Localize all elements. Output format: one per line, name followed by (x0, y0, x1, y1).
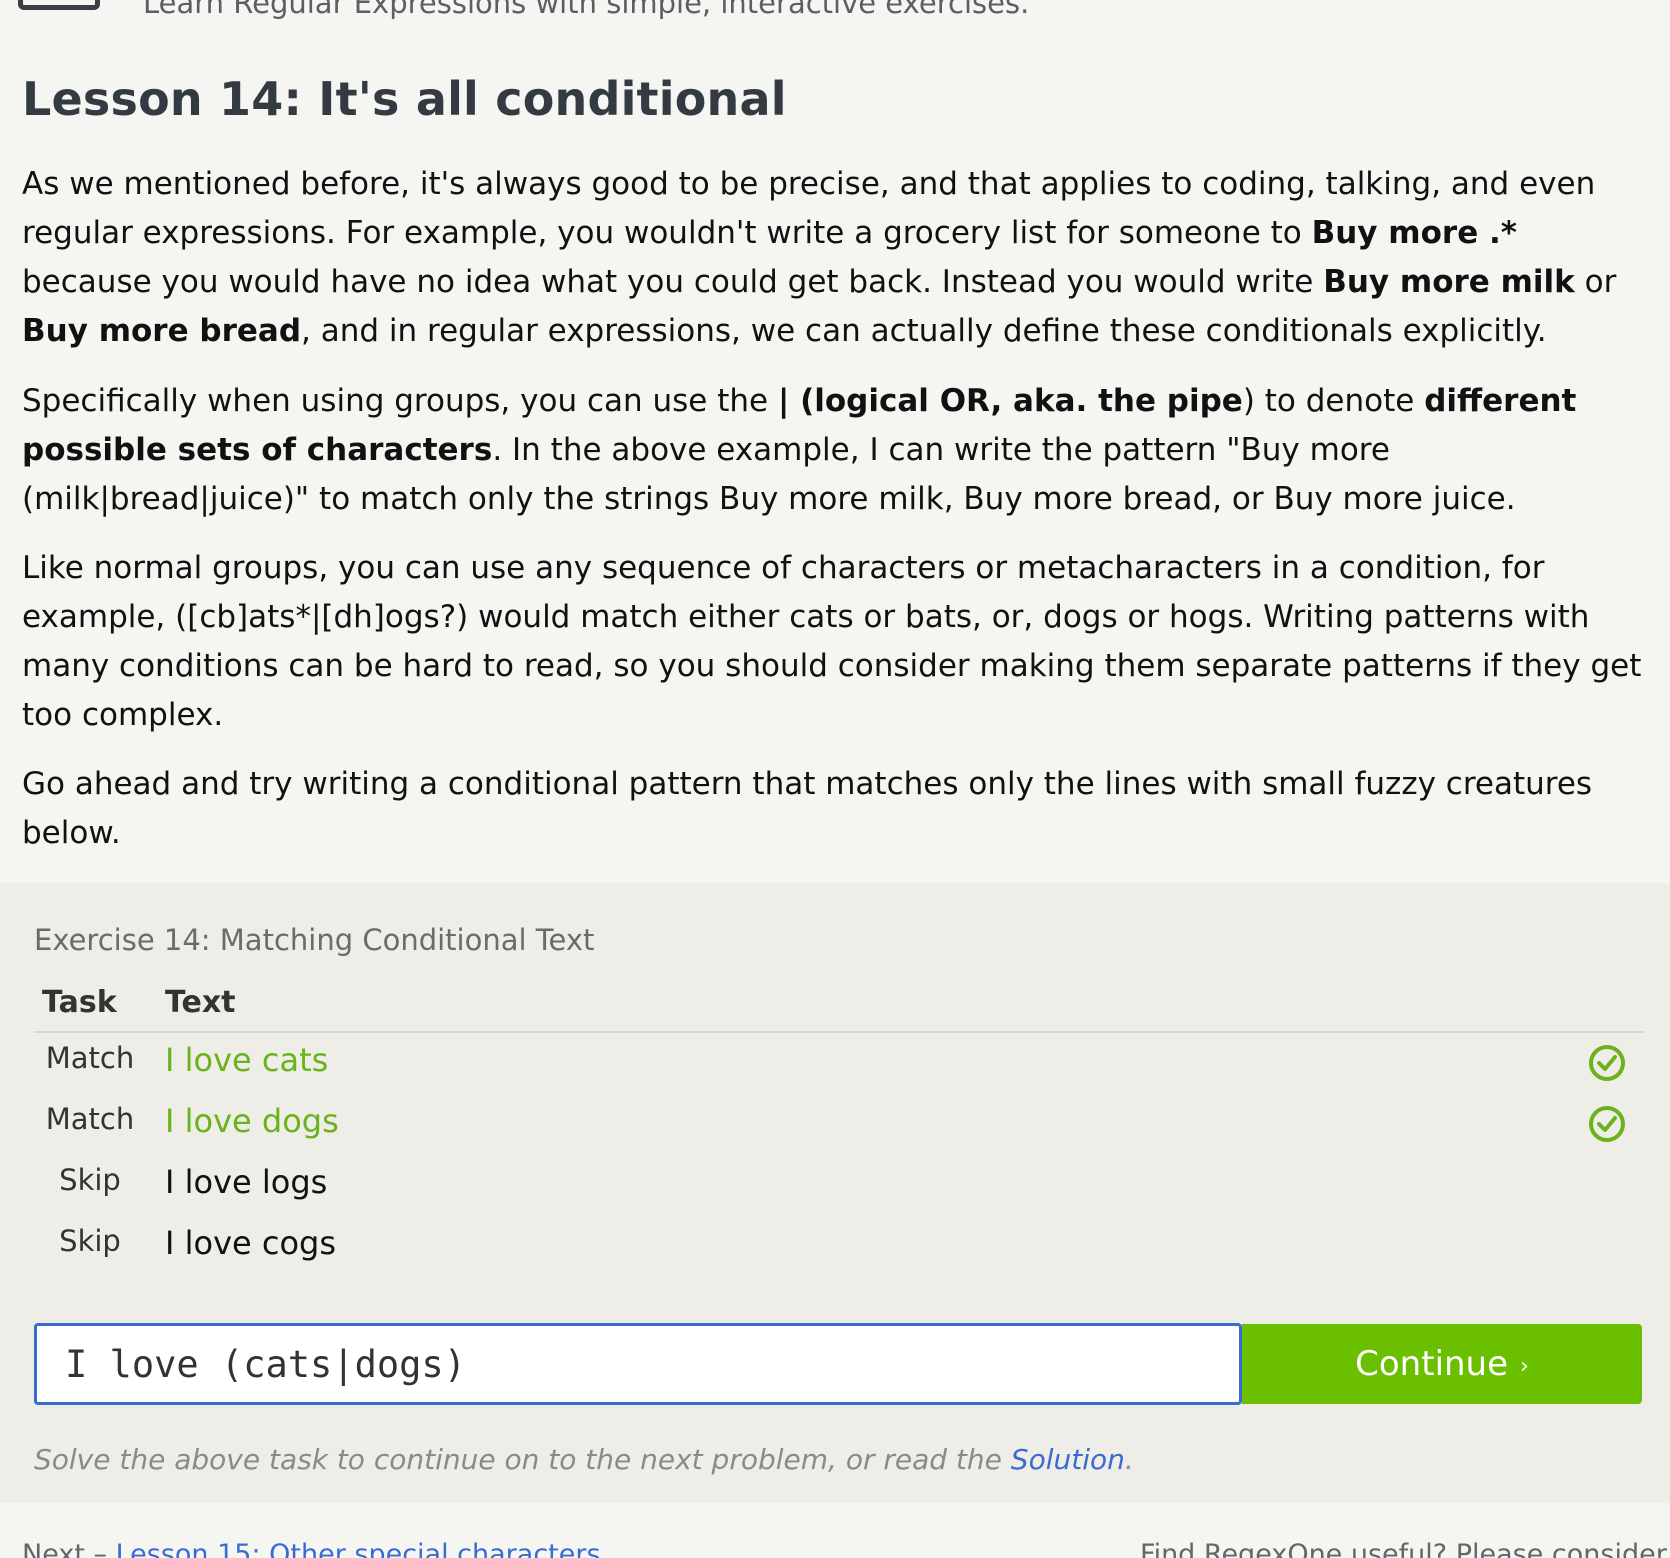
regex-input-wrapper (34, 1323, 1242, 1405)
p2-text-2: ) to denote (1242, 383, 1425, 419)
table-row: Skip I love logs (0, 1155, 1670, 1215)
logo[interactable] (18, 0, 100, 10)
regex-input[interactable] (37, 1326, 1239, 1402)
solution-link[interactable]: Solution (1011, 1443, 1125, 1476)
hint-body: Solve the above task to continue on to t… (34, 1443, 1011, 1476)
exercise-panel: Exercise 14: Matching Conditional Text T… (0, 883, 1670, 1503)
page-footer: Next – Lesson 15: Other special characte… (0, 1503, 1670, 1558)
row-text: I love logs (165, 1163, 328, 1201)
p1-bold-2: Buy more milk (1323, 264, 1575, 300)
row-text: I love cats (165, 1041, 329, 1079)
row-text: I love dogs (165, 1102, 339, 1140)
table-row: Skip I love cogs (0, 1216, 1670, 1276)
row-text: I love cogs (165, 1224, 337, 1262)
p1-bold-3: Buy more bread (22, 313, 302, 349)
next-prefix: Next – (22, 1539, 116, 1558)
column-header-task: Task (42, 985, 117, 1020)
column-header-text: Text (165, 985, 236, 1020)
p1-bold-1: Buy more .* (1311, 215, 1517, 251)
lesson-paragraph-4: Go ahead and try writing a conditional p… (22, 766, 1593, 851)
row-task: Skip (59, 1163, 121, 1197)
hint-end: . (1124, 1443, 1134, 1476)
continue-button[interactable]: Continue › (1242, 1324, 1642, 1404)
check-circle-icon (1589, 1106, 1625, 1142)
site-header: Learn Regular Expressions with simple, i… (0, 0, 1670, 40)
lesson-content: Lesson 14: It's all conditional As we me… (22, 72, 1642, 851)
continue-label: Continue (1355, 1344, 1509, 1384)
check-circle-icon (1589, 1045, 1625, 1081)
row-task: Match (45, 1102, 135, 1136)
chevron-right-icon: › (1520, 1353, 1529, 1379)
exercise-title: Exercise 14: Matching Conditional Text (34, 923, 595, 957)
p1-text-2: because you would have no idea what you … (22, 264, 1324, 300)
p2-bold-1: | (logical OR, aka. the pipe (777, 383, 1243, 419)
p2-text-1: Specifically when using groups, you can … (22, 383, 778, 419)
lesson-paragraph-3: Like normal groups, you can use any sequ… (22, 550, 1642, 733)
row-task: Skip (59, 1224, 121, 1258)
lesson-paragraph-1: As we mentioned before, it's always good… (22, 160, 1647, 356)
p1-text-3: or (1574, 264, 1617, 300)
p1-text-4: , and in regular expressions, we can act… (301, 313, 1547, 349)
support-text: Find RegexOne useful? Please consider (1140, 1539, 1667, 1558)
site-tagline: Learn Regular Expressions with simple, i… (143, 0, 1030, 20)
hint-text: Solve the above task to continue on to t… (34, 1443, 1134, 1476)
row-task: Match (45, 1041, 135, 1075)
lesson-title: Lesson 14: It's all conditional (22, 72, 787, 126)
table-row: Match I love dogs (0, 1094, 1670, 1154)
lesson-paragraph-2: Specifically when using groups, you can … (22, 377, 1647, 524)
next-lesson-link[interactable]: Lesson 15: Other special characters (116, 1539, 601, 1558)
table-row: Match I love cats (0, 1033, 1670, 1093)
next-lesson: Next – Lesson 15: Other special characte… (22, 1539, 601, 1558)
